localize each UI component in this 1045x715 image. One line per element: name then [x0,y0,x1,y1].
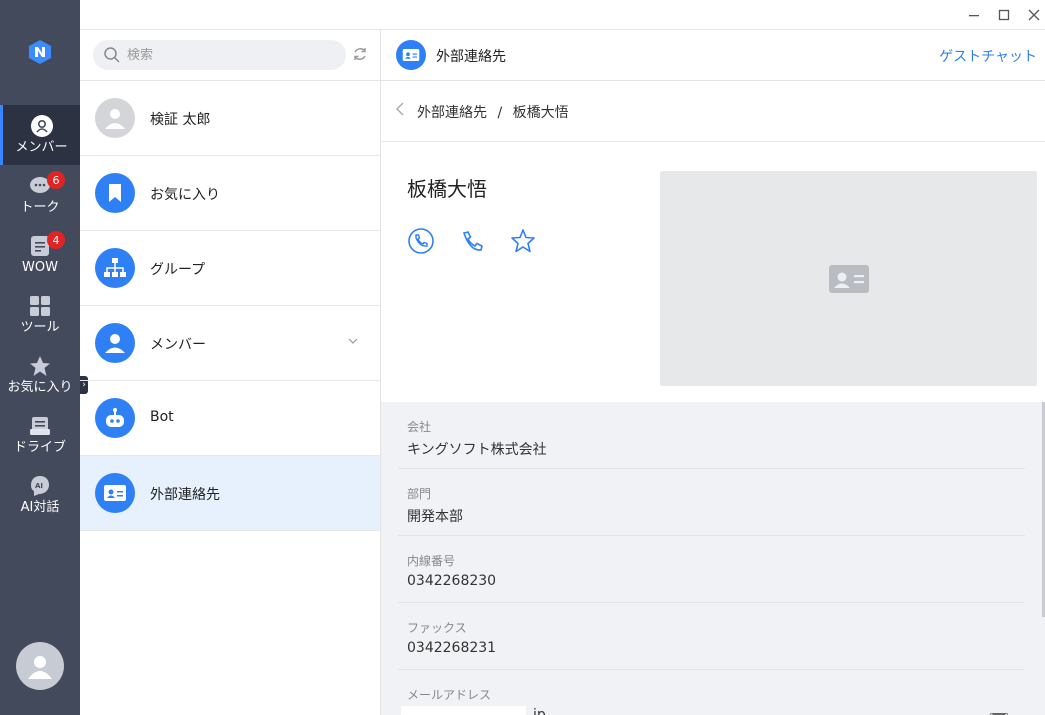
business-card-placeholder [660,171,1037,386]
field-label: ファックス [407,621,467,635]
contact-card-icon [95,473,135,513]
user-avatar[interactable] [16,642,64,690]
field-value: 開発本部 [407,509,463,525]
list-item-favorites[interactable]: お気に入り [80,156,380,231]
sidebar-item-label: メンバー [15,140,68,155]
list-item-label: Bot [150,409,174,425]
field-value: キングソフト株式会社 [407,442,547,458]
breadcrumb-separator: / [497,105,503,121]
search-bar [93,40,346,70]
field-fax: ファックス 0342268231 [398,603,1025,670]
search-input[interactable] [127,47,327,63]
close-button[interactable] [1024,5,1044,25]
call-alt-button[interactable] [458,227,486,255]
avatar-icon [95,98,135,138]
contact-name: 板橋大悟 [407,177,487,201]
bookmark-icon [95,173,135,213]
sidebar-item-label: トーク [20,200,60,215]
maximize-button[interactable] [994,5,1014,25]
field-label: 内線番号 [407,554,456,568]
robot-icon [95,398,135,438]
page-title: 外部連絡先 [436,49,506,65]
unread-badge: 4 [47,231,65,249]
sidebar-item-ai-chat[interactable]: AI AI対話 [0,465,80,525]
back-icon[interactable] [396,101,404,120]
sidebar-item-favorites[interactable]: お気に入り [0,345,80,405]
search-icon [104,47,120,63]
contact-card-icon [396,40,426,70]
list-item-label: 外部連絡先 [150,487,220,503]
sidebar-item-wow[interactable]: WOW 4 [0,225,80,285]
contact-profile: 板橋大悟 [381,143,1045,402]
sidebar-item-label: ドライブ [13,440,66,455]
list-item-members[interactable]: メンバー [80,306,380,381]
sidebar-item-drive[interactable]: ドライブ [0,405,80,465]
list-item-label: グループ [150,262,206,278]
minimize-icon [969,15,979,17]
field-value: jp [533,707,546,715]
sidebar-item-tools[interactable]: ツール [0,285,80,345]
favorite-button[interactable] [509,227,537,255]
breadcrumb-parent[interactable]: 外部連絡先 [417,105,487,121]
star-outline-icon [511,229,535,253]
sidebar-item-label: お気に入り [7,380,73,395]
field-value: 0342268230 [407,573,497,589]
contact-details: 会社 キングソフト株式会社 部門 開発本部 内線番号 0342268230 ファ… [381,402,1045,715]
call-button[interactable] [407,227,435,255]
star-icon [28,354,52,378]
sidebar-item-label: ツール [20,320,60,335]
sidebar-item-members[interactable]: メンバー [0,105,80,165]
org-chart-icon [95,248,135,288]
field-value: 0342268231 [407,640,497,656]
redacted-email [401,706,526,715]
list-item-label: メンバー [150,337,206,353]
sidebar-item-talk[interactable]: トーク 6 [0,165,80,225]
chevron-down-icon[interactable] [348,336,358,347]
list-item-external-contacts[interactable]: 外部連絡先 [80,456,380,531]
grid-icon [28,294,52,318]
phone-icon [408,228,434,254]
sidebar-item-label: AI対話 [20,500,60,515]
field-company: 会社 キングソフト株式会社 [398,402,1025,469]
person-icon [95,323,135,363]
close-icon [1028,9,1040,21]
list-item-label: 検証 太郎 [150,112,211,128]
maximize-icon [998,9,1010,21]
breadcrumb-current: 板橋大悟 [512,105,569,121]
id-card-icon [828,264,869,293]
refresh-icon[interactable] [352,46,370,64]
list-item-bot[interactable]: Bot [80,381,380,456]
field-label: 会社 [407,420,432,434]
contact-detail-pane: 外部連絡先 ゲストチャット 外部連絡先 / 板橋大悟 板橋大悟 会社 キングソフ… [381,30,1045,715]
unread-badge: 6 [47,171,65,189]
minimize-button[interactable] [964,5,984,25]
ai-icon: AI [28,474,52,498]
sidebar-item-label: WOW [22,260,58,275]
field-label: 部門 [407,487,432,501]
app-sidebar: メンバー トーク 6 WOW 4 ツール お気に入り › ドライブ AI AI対… [0,0,88,715]
list-item-label: お気に入り [150,187,220,203]
svg-text:AI: AI [35,482,43,490]
list-item-self[interactable]: 検証 太郎 [80,81,380,156]
app-logo-icon [26,38,54,66]
field-email: メールアドレス jp [398,670,1025,715]
breadcrumb: 外部連絡先 / 板橋大悟 [381,81,1045,142]
window-titlebar [80,0,1045,30]
field-label: メールアドレス [407,688,492,702]
field-extension: 内線番号 0342268230 [398,536,1025,603]
person-icon [30,114,54,138]
guest-chat-link[interactable]: ゲストチャット [939,46,1037,66]
phone-outline-icon [462,231,483,251]
pane-header: 外部連絡先 ゲストチャット [381,30,1045,81]
field-department: 部門 開発本部 [398,469,1025,536]
contact-category-list: 検証 太郎 お気に入り グループ メンバー Bot 外部連絡先 [80,30,381,715]
list-item-groups[interactable]: グループ [80,231,380,306]
drive-icon [28,414,52,438]
